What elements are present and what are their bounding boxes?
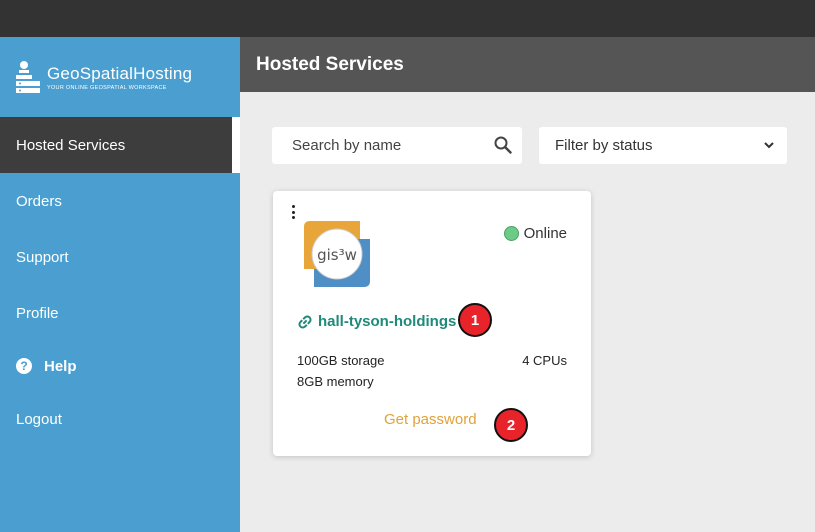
sidebar-item-label: Logout	[16, 410, 62, 428]
brand-logo[interactable]: GeoSpatialHosting YOUR ONLINE GEOSPATIAL…	[0, 37, 240, 117]
get-password-button[interactable]: Get password	[384, 411, 477, 428]
brand-name: GeoSpatialHosting	[47, 63, 193, 83]
sidebar-item-label: Support	[16, 248, 69, 266]
service-specs: 100GB storage 4 CPUs 8GB memory	[297, 353, 567, 395]
more-options-icon[interactable]	[290, 205, 296, 219]
question-circle-icon: ?	[16, 358, 32, 374]
sidebar-item-label: Orders	[16, 192, 62, 210]
top-bar	[0, 0, 815, 37]
service-status: Online	[503, 225, 567, 242]
cpu-spec: 4 CPUs	[522, 353, 567, 368]
status-label: Online	[523, 225, 567, 242]
storage-spec: 100GB storage	[297, 353, 385, 368]
service-card: gis³w Online hall-tyson-holdings 100GB s…	[273, 191, 591, 456]
sidebar-item-profile[interactable]: Profile	[0, 285, 240, 341]
search-box	[272, 127, 522, 164]
page-header: Hosted Services	[240, 37, 815, 92]
status-filter-value: Filter by status	[555, 137, 653, 154]
sidebar-item-orders[interactable]: Orders	[0, 173, 240, 229]
page-title: Hosted Services	[256, 53, 404, 75]
sidebar-item-label: Hosted Services	[16, 136, 126, 154]
sidebar: GeoSpatialHosting YOUR ONLINE GEOSPATIAL…	[0, 37, 240, 532]
chevron-down-icon	[764, 142, 774, 149]
annotation-badge-2: 2	[494, 408, 528, 442]
status-filter-select[interactable]: Filter by status	[539, 127, 787, 164]
brand-tagline: YOUR ONLINE GEOSPATIAL WORKSPACE	[47, 84, 167, 91]
link-icon	[298, 314, 312, 329]
service-link[interactable]: hall-tyson-holdings	[297, 313, 456, 330]
svg-text:gis³w: gis³w	[317, 246, 357, 264]
service-name: hall-tyson-holdings	[318, 313, 457, 330]
sidebar-item-label: Help	[44, 357, 77, 375]
sidebar-item-support[interactable]: Support	[0, 229, 240, 285]
search-icon[interactable]	[494, 136, 512, 154]
sidebar-item-label: Profile	[16, 304, 59, 322]
server-stack-icon	[16, 61, 40, 93]
status-online-icon	[503, 226, 519, 241]
memory-spec: 8GB memory	[297, 374, 374, 389]
service-app-logo: gis³w	[304, 221, 370, 287]
annotation-badge-1: 1	[458, 303, 492, 337]
sidebar-item-logout[interactable]: Logout	[0, 391, 240, 447]
search-input[interactable]	[292, 137, 482, 154]
sidebar-item-hosted-services[interactable]: Hosted Services	[0, 117, 240, 173]
sidebar-item-help[interactable]: ? Help	[0, 341, 240, 391]
